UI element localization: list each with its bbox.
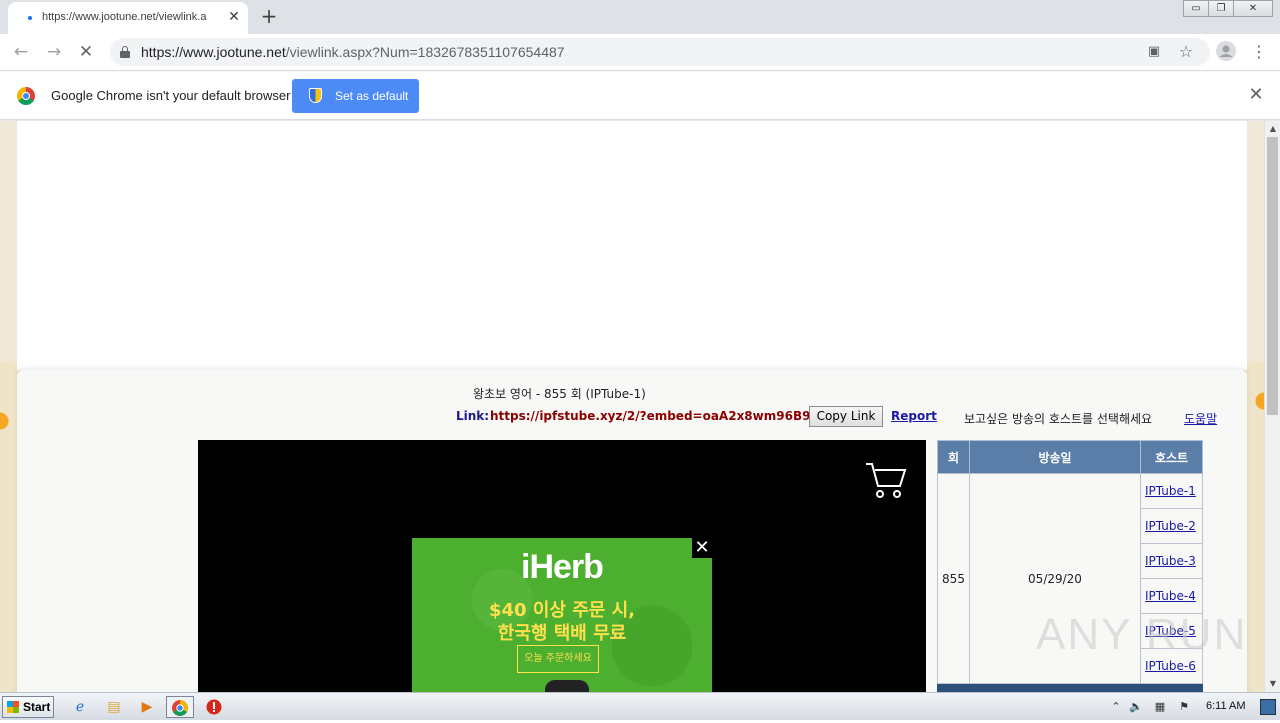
vertical-scrollbar[interactable]: ▲ ▼ [1264, 121, 1280, 692]
start-label: Start [23, 700, 51, 714]
iherb-ad-banner[interactable]: iHerb $40 이상 주문 시, 한국행 택배 무료 오늘 주문하세요 [412, 538, 712, 692]
host-cell: IPTube-3 [1140, 543, 1203, 579]
url-host: https://www.jootune.net [141, 44, 286, 60]
infobar-message: Google Chrome isn't your default browser [51, 88, 291, 103]
scroll-up-arrow-icon[interactable]: ▲ [1265, 121, 1280, 137]
profile-avatar-icon[interactable] [1215, 41, 1237, 63]
popup-blocked-icon[interactable]: ▣ [1143, 41, 1165, 63]
show-title: 왕초보 영어 - 855 회 (IPTube-1) [473, 387, 646, 401]
loading-favicon-icon [28, 16, 32, 20]
ad-close-button[interactable]: ✕ [692, 538, 712, 558]
internet-explorer-icon[interactable]: ℯ [66, 696, 94, 718]
background-decoration-left [0, 361, 18, 692]
file-explorer-icon[interactable]: ▤ [100, 696, 128, 718]
window-close-button[interactable]: ✕ [1233, 0, 1273, 17]
stop-loading-icon[interactable]: ✕ [75, 41, 97, 63]
clock[interactable]: 6:11 AM [1206, 700, 1246, 712]
ad-headline-2: 한국행 택배 무료 [497, 623, 627, 644]
ad-order-button[interactable]: 오늘 주문하세요 [517, 645, 599, 673]
address-bar[interactable]: https://www.jootune.net/viewlink.aspx?Nu… [110, 38, 1210, 66]
host-cell: IPTube-2 [1140, 508, 1203, 544]
header-air-date: 방송일 [969, 440, 1141, 474]
host-cell: IPTube-4 [1140, 578, 1203, 614]
forward-arrow-icon[interactable]: → [43, 41, 65, 63]
link-url[interactable]: https://ipfstube.xyz/2/?embed=oaA2x8wm96… [490, 409, 850, 423]
blank-banner-area [17, 121, 1247, 370]
table-footer-bar [937, 684, 1203, 692]
lock-icon [120, 46, 130, 58]
uac-shield-icon [309, 88, 322, 103]
window-minimize-button[interactable]: ▭ [1183, 0, 1209, 17]
new-tab-button[interactable]: + [258, 5, 280, 27]
tab-title: https://www.jootune.net/viewlink.a [42, 11, 207, 23]
set-as-default-label: Set as default [335, 89, 409, 103]
anyrun-watermark: ANY RUN [1036, 610, 1248, 659]
link-label: Link: [456, 409, 490, 423]
episode-number-cell: 855 [937, 473, 970, 684]
show-desktop-icon[interactable] [1260, 699, 1276, 715]
header-episode: 회 [937, 440, 970, 474]
volume-icon[interactable]: 🔈 [1128, 699, 1144, 715]
host-cell: IPTube-1 [1140, 473, 1203, 509]
host-link-iptube-4[interactable]: IPTube-4 [1145, 589, 1196, 603]
network-icon[interactable]: ▦ [1152, 699, 1168, 715]
copy-link-button[interactable]: Copy Link [809, 406, 883, 427]
start-button[interactable]: Start [2, 696, 54, 718]
host-link-iptube-6[interactable]: IPTube-6 [1145, 659, 1196, 673]
help-link[interactable]: 도움말 [1184, 410, 1217, 427]
action-center-flag-icon[interactable]: ⚑ [1176, 699, 1192, 715]
iherb-logo: iHerb [521, 548, 604, 586]
host-link-iptube-3[interactable]: IPTube-3 [1145, 554, 1196, 568]
infobar-close-button[interactable]: ✕ [1246, 85, 1266, 105]
window-restore-button[interactable]: ❐ [1208, 0, 1234, 17]
scroll-down-arrow-icon[interactable]: ▼ [1265, 676, 1280, 692]
address-url[interactable]: https://www.jootune.net/viewlink.aspx?Nu… [141, 44, 565, 60]
tab-strip: https://www.jootune.net/viewlink.a ✕ + ▭… [0, 0, 1280, 34]
chrome-logo-icon [17, 87, 35, 105]
scrollbar-thumb[interactable] [1267, 137, 1278, 415]
windows-taskbar: Start ℯ ▤ ▶ ⌃ 🔈 ▦ ⚑ 6:11 AM [0, 692, 1280, 720]
supplement-bottle-image [545, 680, 589, 692]
host-link-iptube-1[interactable]: IPTube-1 [1145, 484, 1196, 498]
menu-dots-icon[interactable]: ⋮ [1248, 41, 1270, 63]
report-link[interactable]: Report [891, 409, 937, 423]
host-link-iptube-2[interactable]: IPTube-2 [1145, 519, 1196, 533]
header-host: 호스트 [1140, 440, 1203, 474]
tab-close-button[interactable]: ✕ [226, 8, 242, 26]
set-as-default-button[interactable]: Set as default [292, 79, 419, 113]
back-arrow-icon[interactable]: ← [10, 41, 32, 63]
tray-expand-icon[interactable]: ⌃ [1108, 699, 1124, 715]
bookmark-star-icon[interactable]: ☆ [1175, 41, 1197, 63]
url-path: /viewlink.aspx?Num=1832678351107654487 [285, 44, 565, 60]
stop-sign-icon[interactable] [200, 696, 228, 718]
default-browser-infobar: Google Chrome isn't your default browser… [0, 72, 1280, 120]
browser-tab[interactable]: https://www.jootune.net/viewlink.a ✕ [8, 2, 248, 34]
chrome-taskbar-icon[interactable] [166, 696, 194, 718]
browser-toolbar: ← → ✕ https://www.jootune.net/viewlink.a… [0, 34, 1280, 71]
shopping-cart-icon[interactable] [864, 460, 908, 500]
media-player-icon[interactable]: ▶ [133, 696, 161, 718]
windows-logo-icon [7, 701, 19, 713]
select-host-instruction: 보고싶은 방송의 호스트를 선택해세요 [964, 412, 1153, 426]
